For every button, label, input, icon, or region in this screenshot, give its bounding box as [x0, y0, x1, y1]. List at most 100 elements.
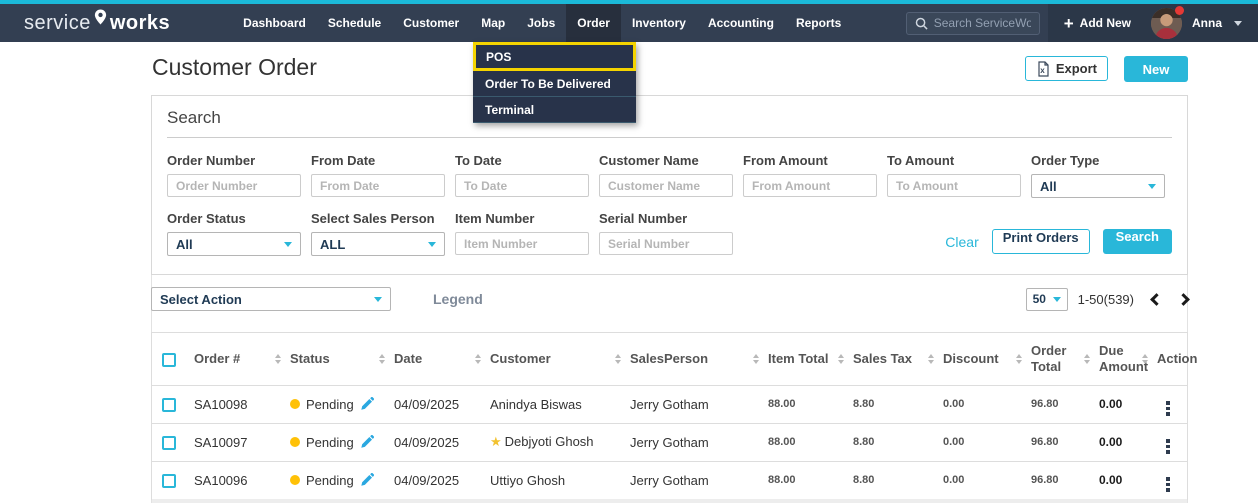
from-date-input[interactable] [311, 174, 445, 197]
nav-item-order[interactable]: Order [566, 4, 621, 42]
customer-name-input[interactable] [599, 174, 733, 197]
legend-link[interactable]: Legend [433, 291, 483, 307]
edit-status-pencil-icon[interactable] [360, 397, 374, 411]
column-header-order-number[interactable]: Order # [186, 333, 282, 386]
order-status-select[interactable]: All [167, 232, 301, 256]
search-button[interactable]: Search [1102, 229, 1172, 254]
sort-icon[interactable] [275, 353, 281, 364]
select-all-checkbox[interactable] [162, 352, 176, 367]
field-sales-person: Select Sales Person ALL [311, 211, 445, 256]
column-header-salesperson[interactable]: SalesPerson [622, 333, 760, 386]
row-actions-menu-icon[interactable] [1166, 477, 1170, 492]
menu-item-terminal[interactable]: Terminal [473, 97, 636, 123]
nav-item-customer[interactable]: Customer [392, 4, 470, 42]
sort-icon[interactable] [475, 353, 481, 364]
sort-icon[interactable] [1084, 353, 1090, 364]
row-checkbox[interactable] [162, 473, 176, 488]
serial-number-label: Serial Number [599, 211, 688, 226]
sales-person-select[interactable]: ALL [311, 232, 445, 256]
clear-link[interactable]: Clear [945, 234, 978, 250]
chevron-down-icon [428, 241, 436, 247]
menu-item-order-to-be-delivered[interactable]: Order To Be Delivered [473, 71, 636, 97]
nav-item-reports[interactable]: Reports [785, 4, 852, 42]
column-header-order-total[interactable]: Order Total [1023, 333, 1091, 386]
row-checkbox[interactable] [162, 397, 176, 412]
notification-dot [1175, 5, 1184, 15]
nav-item-map[interactable]: Map [470, 4, 516, 42]
new-order-button[interactable]: New [1124, 56, 1188, 82]
global-search-input[interactable] [933, 16, 1031, 30]
row-actions-menu-icon[interactable] [1166, 401, 1170, 416]
column-header-sales-tax[interactable]: Sales Tax [845, 333, 935, 386]
nav-item-schedule[interactable]: Schedule [317, 4, 392, 42]
nav-item-jobs[interactable]: Jobs [516, 4, 566, 42]
column-header-date[interactable]: Date [386, 333, 482, 386]
column-header-customer[interactable]: Customer [482, 333, 622, 386]
row-actions-menu-icon[interactable] [1166, 439, 1170, 454]
user-avatar[interactable] [1151, 5, 1184, 39]
edit-status-pencil-icon[interactable] [360, 435, 374, 449]
select-action-dropdown[interactable]: Select Action [151, 287, 391, 311]
serial-number-input[interactable] [599, 232, 733, 255]
add-new-button[interactable]: + Add New [1064, 15, 1131, 32]
search-icon [915, 17, 928, 30]
row-checkbox[interactable] [162, 435, 176, 450]
sort-icon[interactable] [928, 353, 934, 364]
menu-item-pos[interactable]: POS [473, 42, 636, 71]
column-header-discount[interactable]: Discount [935, 333, 1023, 386]
list-toolbar: Select Action Legend 50 1-50(539) [151, 287, 1190, 311]
from-amount-input[interactable] [743, 174, 877, 197]
edit-status-pencil-icon[interactable] [360, 473, 374, 487]
sort-icon[interactable] [1142, 353, 1148, 364]
column-header-item-total[interactable]: Item Total [760, 333, 845, 386]
order-number-input[interactable] [167, 174, 301, 197]
item-number-label: Item Number [455, 211, 535, 226]
global-search-box[interactable] [905, 11, 1040, 35]
page-header-buttons: x Export New [1024, 56, 1188, 82]
main-menu: Dashboard Schedule Customer Map Jobs Ord… [232, 4, 852, 42]
order-type-select[interactable]: All [1031, 174, 1165, 198]
column-header-due-amount[interactable]: Due Amount [1091, 333, 1149, 386]
to-date-input[interactable] [455, 174, 589, 197]
table-row: SA10097 Pending 04/09/2025 ★ Debjyoti Gho… [152, 423, 1187, 462]
field-order-status: Order Status All [167, 211, 301, 256]
page-size-select[interactable]: 50 [1025, 287, 1068, 311]
date-cell: 04/09/2025 [386, 385, 482, 424]
previous-page-icon[interactable] [1150, 292, 1163, 306]
field-order-number: Order Number [167, 153, 301, 198]
order-dropdown-menu: POS Order To Be Delivered Terminal [473, 42, 636, 123]
nav-item-inventory[interactable]: Inventory [621, 4, 697, 42]
next-page-icon[interactable] [1177, 292, 1190, 306]
search-panel: Search Order Number From Date To Date Cu… [151, 95, 1188, 275]
nav-item-accounting[interactable]: Accounting [697, 4, 785, 42]
export-button[interactable]: x Export [1024, 56, 1108, 81]
user-menu-caret-icon[interactable] [1234, 20, 1242, 26]
to-amount-input[interactable] [887, 174, 1021, 197]
field-serial-number: Serial Number [599, 211, 733, 256]
svg-text:x: x [1040, 66, 1045, 75]
to-date-label: To Date [455, 153, 502, 168]
user-name: Anna [1192, 16, 1222, 30]
pagination: 50 1-50(539) [1025, 287, 1190, 311]
nav-item-dashboard[interactable]: Dashboard [232, 4, 317, 42]
sort-icon[interactable] [379, 353, 385, 364]
search-fields-row-1: Order Number From Date To Date Customer … [167, 153, 1172, 198]
sort-icon[interactable] [838, 353, 844, 364]
due-amount-cell: 0.00 [1091, 385, 1149, 424]
sort-icon[interactable] [753, 353, 759, 364]
pending-status-dot-icon [290, 475, 300, 485]
salesperson-cell: Jerry Gotham [622, 461, 760, 500]
order-number-label: Order Number [167, 153, 256, 168]
order-type-value: All [1040, 178, 1057, 194]
search-panel-title: Search [167, 108, 221, 127]
date-cell: 04/09/2025 [386, 461, 482, 500]
serviceworks-logo[interactable]: service works [0, 4, 170, 42]
field-item-number: Item Number [455, 211, 589, 256]
sort-icon[interactable] [615, 353, 621, 364]
sort-icon[interactable] [1016, 353, 1022, 364]
item-number-input[interactable] [455, 232, 589, 255]
column-header-status[interactable]: Status [282, 333, 386, 386]
order-status-label: Order Status [167, 211, 246, 226]
from-amount-label: From Amount [743, 153, 828, 168]
print-orders-button[interactable]: Print Orders [991, 229, 1090, 254]
